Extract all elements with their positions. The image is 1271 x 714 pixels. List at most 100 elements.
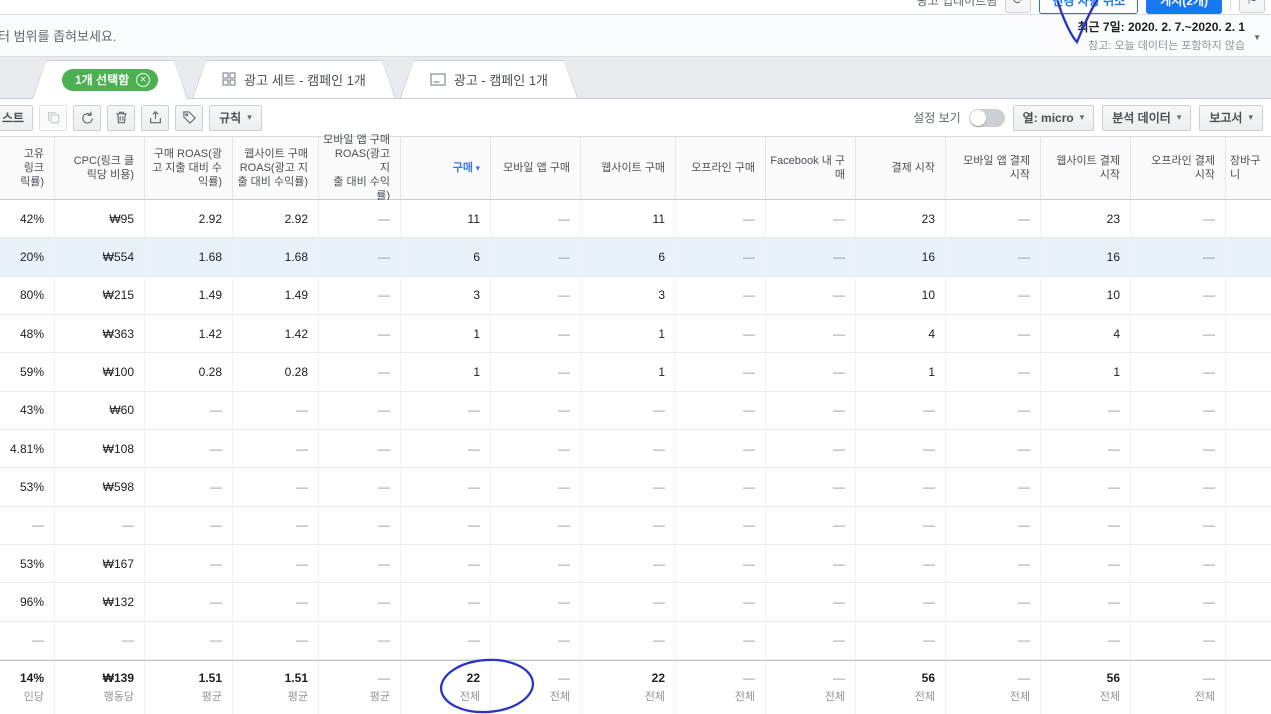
cell-mobile-app-checkouts: — — [946, 353, 1041, 391]
delete-icon-button[interactable] — [107, 104, 136, 131]
cell-facebook-purchases: — — [766, 621, 856, 659]
duplicate-icon-button[interactable] — [39, 104, 68, 131]
table-row[interactable]: 20% ₩554 1.68 1.68—6—6— —16—16— — [0, 238, 1271, 277]
cell-unique-link-ctr: 20% — [0, 238, 55, 276]
table-row[interactable]: 59% ₩100 0.28 0.28—1—1— —1—1— — [0, 353, 1271, 392]
flag-icon: ⚑ — [1246, 0, 1258, 8]
footer-cell-mobile-app-checkouts: — 전체 — [946, 661, 1041, 714]
cell-checkouts-initiated: — — [856, 506, 946, 544]
table-row[interactable]: 42% ₩95 2.92 2.92—11—11— —23—23— — [0, 200, 1271, 239]
column-header-website-purchases[interactable]: 웹사이트 구매 — [581, 137, 676, 199]
footer-cell-purchase-roas: 1.51 평균 — [145, 661, 233, 714]
breakdown-dropdown[interactable]: 분석 데이터 — [1102, 104, 1192, 131]
table-row[interactable]: 96% ₩132— — — — — — — — — — — — — [0, 583, 1271, 622]
column-header-website-checkouts[interactable]: 웹사이트 결제 시작 — [1041, 137, 1131, 199]
cell-facebook-purchases: — — [766, 429, 856, 468]
cell-website-checkouts: — — [1041, 544, 1131, 583]
cell-cpc: ₩167 — [55, 544, 145, 583]
column-header-checkouts-initiated[interactable]: 결제 시작 — [856, 137, 946, 199]
cell-purchases: 1 — [401, 314, 491, 353]
column-header-offline-purchases[interactable]: 오프라인 구매 — [676, 137, 766, 199]
divider — [1230, 0, 1231, 11]
cell-mobile-app-checkouts: — — [946, 391, 1041, 429]
column-header-cpc[interactable]: CPC(링크 클 릭당 비용) — [55, 137, 145, 199]
column-header-mobile-app-purchase-roas[interactable]: 모바일 앱 구매 ROAS(광고 지출 대비 수익률) — [319, 134, 401, 202]
table-row[interactable]: 53% ₩598— — — — — — — — — — — — — [0, 468, 1271, 507]
publish-button[interactable]: 게시(2개) — [1146, 0, 1222, 14]
rules-dropdown[interactable]: 규칙 — [209, 104, 262, 131]
columns-dropdown[interactable]: 열: micro — [1012, 104, 1095, 131]
cell-mobile-app-purchase-roas: — — [319, 238, 401, 276]
cell-offline-checkouts: — — [1131, 353, 1226, 391]
column-header-offline-checkouts[interactable]: 오프라인 결제 시작 — [1131, 137, 1226, 199]
table-row[interactable]: 48% ₩363 1.42 1.42—1—1— —4—4— — [0, 314, 1271, 354]
selected-count-pill[interactable]: 1개 선택함 — [62, 68, 159, 91]
cell-facebook-purchases: — — [766, 200, 856, 238]
tab-ads[interactable]: 광고 - 캠페인 1개 — [400, 60, 578, 98]
table-row[interactable]: 43% ₩60— — — — — — — — — — — — — [0, 391, 1271, 430]
column-header-mobile-app-checkouts[interactable]: 모바일 앱 결제 시작 — [946, 137, 1041, 199]
close-icon[interactable] — [136, 72, 151, 87]
cell-cpc: ₩100 — [55, 353, 145, 391]
column-header-purchase-roas[interactable]: 구매 ROAS(광 고 지출 대비 수 익률) — [145, 137, 233, 199]
cell-add-to-cart — [1226, 315, 1271, 352]
reports-dropdown[interactable]: 보고서 — [1199, 104, 1263, 131]
flag-icon-button[interactable]: ⚑ — [1239, 0, 1265, 13]
column-header-facebook-purchases[interactable]: Facebook 내 구매 — [766, 137, 856, 199]
cell-checkouts-initiated: — — [856, 468, 946, 506]
cell-purchases: 1 — [401, 353, 491, 391]
tab-adsets[interactable]: 광고 세트 - 캠페인 1개 — [192, 60, 396, 98]
cell-offline-checkouts: — — [1131, 583, 1226, 621]
cell-facebook-purchases: — — [766, 583, 856, 621]
table-row[interactable]: — — — — — — — — — — — — — — — [0, 506, 1271, 545]
cell-offline-checkouts: — — [1131, 506, 1226, 544]
ads-manager-page: { "colors": { "accent_blue": "#1877f2", … — [0, 0, 1271, 714]
clipped-left-button[interactable]: 스트 — [0, 104, 34, 131]
cell-purchase-roas: 1.68 — [145, 238, 233, 276]
column-header-purchases[interactable]: 구매 — [401, 137, 491, 199]
cell-purchase-roas: — — [145, 429, 233, 468]
cell-website-checkouts: — — [1041, 391, 1131, 429]
cell-facebook-purchases: — — [766, 238, 856, 276]
column-header-unique-link-ctr[interactable]: 고유 링크 릭률) — [0, 137, 55, 199]
table-row[interactable]: — — — — — — — — — — — — — — — [0, 621, 1271, 660]
tab-campaigns[interactable]: 1개 선택함 — [32, 60, 188, 99]
cell-checkouts-initiated: — — [856, 583, 946, 621]
cell-website-purchase-roas: — — [233, 621, 319, 659]
cell-add-to-cart — [1226, 507, 1271, 544]
cell-purchase-roas: 1.42 — [145, 314, 233, 353]
cell-offline-purchases: — — [676, 200, 766, 238]
cell-website-purchases: — — [581, 506, 676, 544]
column-header-mobile-app-purchases[interactable]: 모바일 앱 구매 — [491, 137, 581, 199]
cell-mobile-app-purchases: — — [491, 468, 581, 506]
cell-checkouts-initiated: — — [856, 429, 946, 468]
cell-mobile-app-purchases: — — [491, 583, 581, 621]
table-header: 고유 링크 릭률) CPC(링크 클 릭당 비용) 구매 ROAS(광 고 지출 대비 수익… — [0, 134, 1271, 202]
table-body: 42% ₩95 2.92 2.92—11—11— —23—23—20% ₩554 1.68 1… — [0, 200, 1271, 660]
cell-offline-checkouts: — — [1131, 544, 1226, 583]
cell-website-purchases: 6 — [581, 238, 676, 276]
cell-add-to-cart — [1226, 200, 1271, 237]
cell-add-to-cart — [1226, 430, 1271, 467]
cell-mobile-app-checkouts: — — [946, 429, 1041, 468]
export-icon-button[interactable] — [141, 104, 170, 131]
cell-purchases: — — [401, 429, 491, 468]
revert-icon-button[interactable] — [73, 104, 102, 131]
cell-purchases: 6 — [401, 238, 491, 276]
cell-mobile-app-purchases: — — [491, 353, 581, 391]
table-row[interactable]: 53% ₩167— — — — — — — — — — — — — [0, 544, 1271, 584]
date-range-selector[interactable]: 최근 7일: 2020. 2. 7.~2020. 2. 1 참고: 오늘 데이터… — [1078, 18, 1261, 53]
cell-offline-checkouts: — — [1131, 200, 1226, 238]
cell-cpc: ₩95 — [55, 200, 145, 238]
cell-offline-purchases: — — [676, 276, 766, 314]
cell-offline-purchases: — — [676, 544, 766, 583]
tag-icon-button[interactable] — [175, 104, 204, 131]
table-row[interactable]: 80% ₩215 1.49 1.49—3—3— —10—10— — [0, 276, 1271, 315]
column-header-website-purchase-roas[interactable]: 웹사이트 구매 ROAS(광고 지출 대비 수익률) — [233, 137, 319, 199]
table-row[interactable]: 4.81% ₩108— — — — — — — — — — — — — [0, 429, 1271, 469]
column-header-add-to-cart[interactable]: 장바구니 — [1226, 137, 1271, 199]
refresh-icon-button[interactable]: ⟳ — [1005, 0, 1032, 13]
cell-website-purchases: — — [581, 391, 676, 429]
discard-changes-button[interactable]: 변경 사항 취소 — [1039, 0, 1139, 14]
settings-view-toggle[interactable] — [968, 108, 1005, 127]
